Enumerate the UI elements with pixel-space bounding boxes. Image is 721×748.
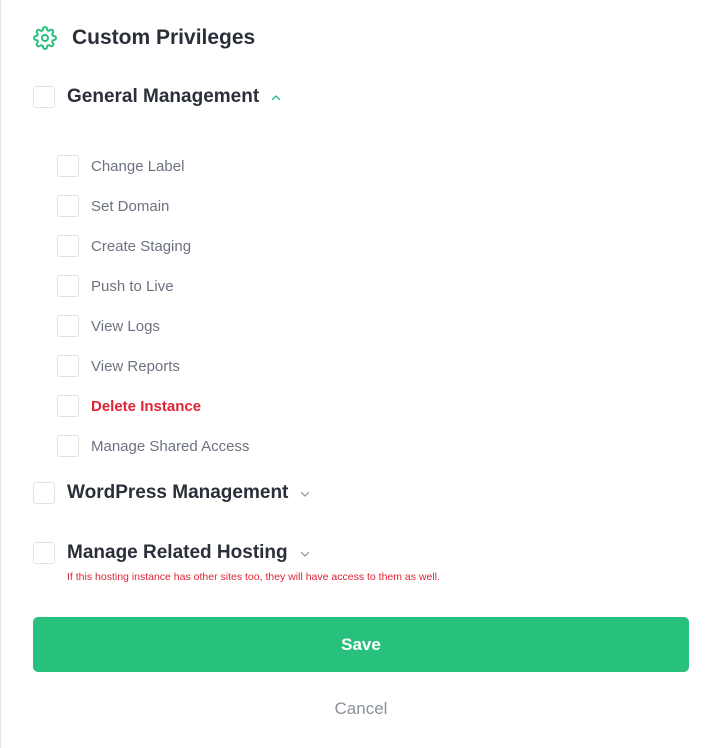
checkbox-view-logs[interactable] <box>57 315 79 337</box>
panel-header: Custom Privileges <box>33 26 255 50</box>
group-manage-related-hosting[interactable]: Manage Related Hosting <box>33 542 310 564</box>
privilege-view-logs[interactable]: View Logs <box>57 306 249 346</box>
privilege-label[interactable]: Change Label <box>91 158 184 175</box>
privilege-label[interactable]: Set Domain <box>91 198 169 215</box>
checkbox-manage-shared-access[interactable] <box>57 435 79 457</box>
privilege-label[interactable]: Create Staging <box>91 238 191 255</box>
group-label-manage-related-hosting[interactable]: Manage Related Hosting <box>67 542 288 564</box>
privilege-label[interactable]: Push to Live <box>91 278 174 295</box>
group-label-wordpress-management[interactable]: WordPress Management <box>67 482 288 504</box>
checkbox-push-to-live[interactable] <box>57 275 79 297</box>
privilege-delete-instance[interactable]: Delete Instance <box>57 386 249 426</box>
group-checkbox-wordpress-management[interactable] <box>33 482 55 504</box>
privilege-change-label[interactable]: Change Label <box>57 146 249 186</box>
chevron-up-icon[interactable] <box>271 93 281 103</box>
chevron-down-icon[interactable] <box>300 549 310 559</box>
group-label-general-management[interactable]: General Management <box>67 86 259 108</box>
privilege-create-staging[interactable]: Create Staging <box>57 226 249 266</box>
save-button[interactable]: Save <box>33 617 689 672</box>
privilege-label[interactable]: View Reports <box>91 358 180 375</box>
privilege-label-danger[interactable]: Delete Instance <box>91 398 201 415</box>
panel-left-border <box>0 0 1 748</box>
checkbox-set-domain[interactable] <box>57 195 79 217</box>
checkbox-delete-instance[interactable] <box>57 395 79 417</box>
checkbox-view-reports[interactable] <box>57 355 79 377</box>
general-management-items: Change Label Set Domain Create Staging P… <box>57 146 249 466</box>
group-general-management[interactable]: General Management <box>33 86 281 108</box>
privilege-push-to-live[interactable]: Push to Live <box>57 266 249 306</box>
page-title: Custom Privileges <box>72 26 256 49</box>
related-hosting-warning: If this hosting instance has other sites… <box>67 571 440 583</box>
group-wordpress-management[interactable]: WordPress Management <box>33 482 310 504</box>
chevron-down-icon[interactable] <box>300 489 310 499</box>
group-checkbox-general-management[interactable] <box>33 86 55 108</box>
privilege-view-reports[interactable]: View Reports <box>57 346 249 386</box>
checkbox-change-label[interactable] <box>57 155 79 177</box>
privilege-manage-shared-access[interactable]: Manage Shared Access <box>57 426 249 466</box>
group-checkbox-manage-related-hosting[interactable] <box>33 542 55 564</box>
privilege-set-domain[interactable]: Set Domain <box>57 186 249 226</box>
privilege-label[interactable]: View Logs <box>91 318 160 335</box>
privilege-label[interactable]: Manage Shared Access <box>91 438 249 455</box>
cancel-button[interactable]: Cancel <box>33 697 689 721</box>
checkbox-create-staging[interactable] <box>57 235 79 257</box>
gear-icon <box>33 26 57 50</box>
